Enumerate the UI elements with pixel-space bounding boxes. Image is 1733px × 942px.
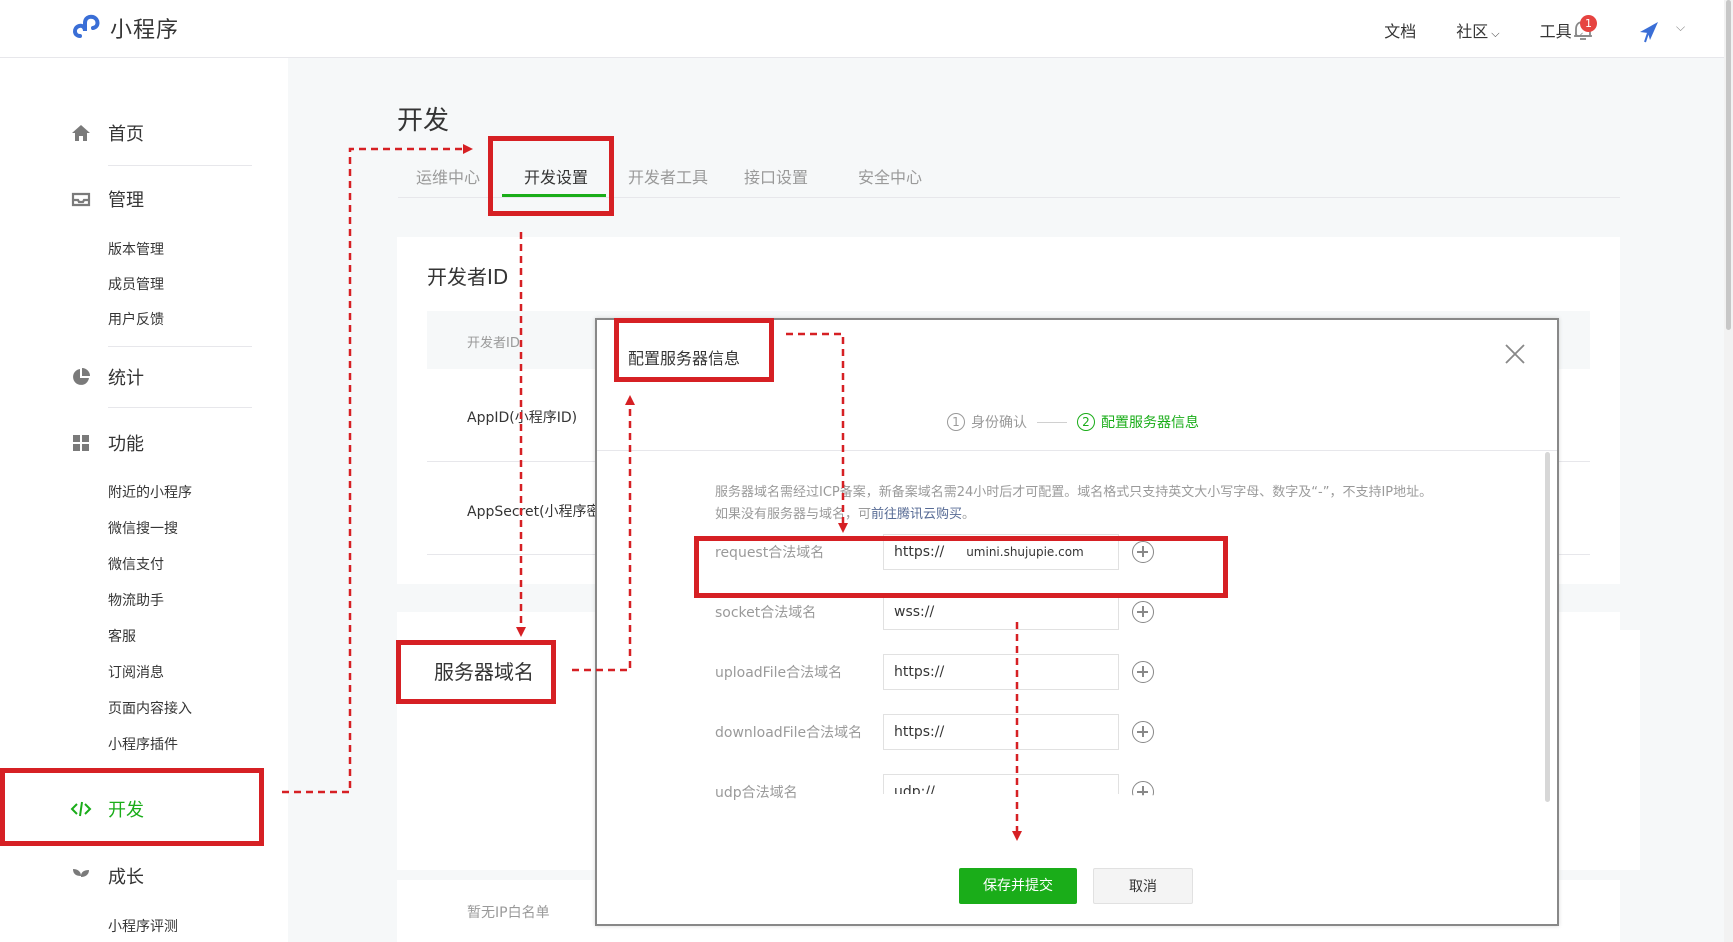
close-icon[interactable] <box>1503 342 1527 366</box>
step-number: 2 <box>1077 413 1095 431</box>
tab-security[interactable]: 安全中心 <box>858 164 922 188</box>
chevron-down-icon: ⌵ <box>1491 27 1500 40</box>
tab-api-settings[interactable]: 接口设置 <box>744 164 808 188</box>
annotation-box-request-field <box>694 536 1228 598</box>
sidebar-item-search[interactable]: 微信搜一搜 <box>108 518 178 538</box>
plus-icon[interactable] <box>1132 661 1154 683</box>
pie-icon <box>70 366 92 388</box>
annotation-box-tab <box>488 136 614 216</box>
empty-whitelist-text: 暂无IP白名单 <box>467 905 550 921</box>
cancel-button[interactable]: 取消 <box>1093 868 1193 904</box>
page-scrollbar[interactable] <box>1724 0 1733 942</box>
step-config: 2 配置服务器信息 <box>1077 412 1199 432</box>
protocol-prefix: udp:// <box>894 784 935 794</box>
sidebar-item-label: 统计 <box>108 368 144 389</box>
top-bar: 小程序 文档 社区 ⌵ 工具 ⌵ <box>0 0 1733 58</box>
tencent-cloud-link[interactable]: 前往腾讯云购买 <box>871 507 962 522</box>
step-label: 身份确认 <box>971 415 1027 431</box>
community-label: 社区 <box>1456 22 1489 41</box>
tab-ops[interactable]: 运维中心 <box>416 164 480 188</box>
plus-icon[interactable] <box>1132 601 1154 623</box>
notice-text-end: 。 <box>962 507 976 522</box>
column-header: 开发者ID <box>467 336 520 351</box>
sidebar-item-label: 首页 <box>108 124 144 145</box>
step-label: 配置服务器信息 <box>1101 415 1199 431</box>
protocol-prefix: wss:// <box>894 604 935 620</box>
sidebar-item-feedback[interactable]: 用户反馈 <box>108 309 164 329</box>
protocol-prefix: https:// <box>894 664 945 680</box>
annotation-box-dialog-title <box>614 318 774 382</box>
sidebar-item-logistics[interactable]: 物流助手 <box>108 590 164 610</box>
protocol-prefix: https:// <box>894 724 945 740</box>
udp-domain-label: udp合法域名 <box>715 785 798 801</box>
appid-label: AppID(小程序ID) <box>467 410 578 426</box>
logo[interactable]: 小程序 <box>70 12 179 44</box>
sidebar-item-pay[interactable]: 微信支付 <box>108 554 164 574</box>
sidebar-item-subscribe[interactable]: 订阅消息 <box>108 662 164 682</box>
page-title: 开发 <box>397 106 450 136</box>
scrollbar-thumb[interactable] <box>1726 0 1731 330</box>
sidebar-item-label: 管理 <box>108 190 144 211</box>
sidebar-item-stats[interactable]: 统计 <box>70 364 144 390</box>
divider <box>597 450 1557 451</box>
card-title: 开发者ID <box>427 265 509 289</box>
avatar-icon[interactable] <box>1636 18 1662 44</box>
step-indicator: 1 身份确认 2 配置服务器信息 <box>947 412 1199 432</box>
dialog-scrollbar[interactable] <box>1545 452 1550 802</box>
socket-domain-input[interactable]: wss:// <box>883 594 1119 630</box>
sidebar-item-service[interactable]: 客服 <box>108 626 136 646</box>
sidebar-item-manage[interactable]: 管理 <box>70 186 144 212</box>
tools-label: 工具 <box>1539 22 1572 41</box>
annotation-box-develop <box>0 768 264 846</box>
sidebar-item-plugins[interactable]: 小程序插件 <box>108 734 178 754</box>
docs-link[interactable]: 文档 <box>1384 18 1416 42</box>
notice-text: 服务器域名需经过ICP备案，新备案域名需24小时后才可配置。域名格式只支持英文大… <box>715 485 1433 522</box>
sidebar-item-label: 功能 <box>108 434 144 455</box>
udp-domain-input[interactable]: udp:// <box>883 774 1119 794</box>
sidebar-item-features[interactable]: 功能 <box>70 430 144 456</box>
domain-notice: 服务器域名需经过ICP备案，新备案域名需24小时后才可配置。域名格式只支持英文大… <box>715 482 1435 526</box>
download-domain-input[interactable]: https:// <box>883 714 1119 750</box>
sidebar-item-members[interactable]: 成员管理 <box>108 274 164 294</box>
annotation-box-server-domain <box>396 640 556 704</box>
server-config-dialog: 配置服务器信息 1 身份确认 2 配置服务器信息 服务器域名需经过ICP备案，新… <box>595 318 1559 926</box>
appsecret-label: AppSecret(小程序密 <box>467 504 601 520</box>
download-domain-label: downloadFile合法域名 <box>715 725 863 741</box>
app-title: 小程序 <box>110 18 180 43</box>
sidebar-item-growth[interactable]: 成长 <box>70 863 144 889</box>
sprout-icon <box>70 865 92 887</box>
sidebar-item-home[interactable]: 首页 <box>70 120 144 146</box>
sidebar-item-content[interactable]: 页面内容接入 <box>108 698 192 718</box>
logo-icon <box>70 12 104 44</box>
home-icon <box>70 122 92 144</box>
tab-dev-tools[interactable]: 开发者工具 <box>628 164 708 188</box>
plus-icon[interactable] <box>1132 781 1154 796</box>
step-separator <box>1037 421 1067 423</box>
plus-icon[interactable] <box>1132 721 1154 743</box>
step-number: 1 <box>947 413 965 431</box>
notification-badge: 1 <box>1580 15 1597 32</box>
sidebar-item-review[interactable]: 小程序评测 <box>108 916 178 936</box>
divider <box>108 407 252 408</box>
socket-domain-label: socket合法域名 <box>715 605 817 621</box>
divider <box>108 165 252 166</box>
divider <box>108 346 252 347</box>
sidebar-item-nearby[interactable]: 附近的小程序 <box>108 482 192 502</box>
card-edge <box>1620 630 1640 870</box>
inbox-icon <box>70 188 92 210</box>
top-nav: 文档 社区 ⌵ 工具 ⌵ <box>1344 18 1583 42</box>
step-identity: 1 身份确认 <box>947 412 1027 432</box>
sidebar-item-label: 成长 <box>108 867 144 888</box>
sidebar-item-version[interactable]: 版本管理 <box>108 239 164 259</box>
upload-domain-input[interactable]: https:// <box>883 654 1119 690</box>
community-menu[interactable]: 社区 ⌵ <box>1456 18 1499 42</box>
save-submit-button[interactable]: 保存并提交 <box>959 868 1077 904</box>
chevron-down-icon[interactable]: ⌵ <box>1676 20 1685 35</box>
grid-icon <box>70 432 92 454</box>
upload-domain-label: uploadFile合法域名 <box>715 665 843 681</box>
